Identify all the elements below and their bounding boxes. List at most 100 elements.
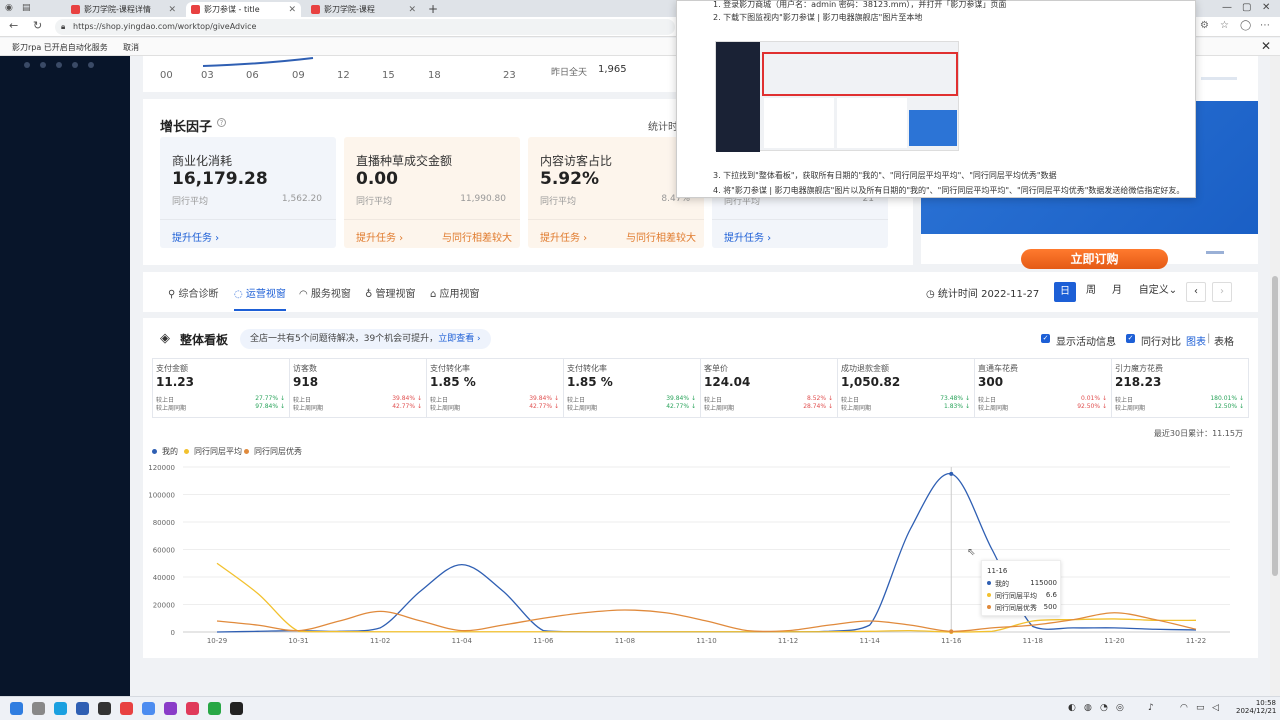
table-view-link[interactable]: 表格 — [1214, 333, 1234, 348]
scrollbar[interactable] — [1270, 56, 1280, 696]
profile-avatar-icon[interactable]: ◯ — [1240, 20, 1251, 31]
metric-label: 直通车花费 — [978, 364, 1018, 373]
tray-icon[interactable]: ◔ — [1100, 703, 1108, 713]
metric-row-label: 较上周同期 — [841, 405, 872, 412]
battery-icon[interactable]: ▭ — [1196, 703, 1205, 713]
growth-card[interactable]: 直播种草成交金额 0.00 同行平均 11,990.80 提升任务 › 与同行相… — [344, 137, 520, 248]
next-icon[interactable]: › — [1212, 282, 1232, 302]
prev-icon[interactable]: ‹ — [1186, 282, 1206, 302]
app-icon[interactable] — [164, 702, 177, 715]
app-icon[interactable] — [142, 702, 155, 715]
legend-item[interactable]: 同行同层优秀 — [244, 446, 302, 457]
steam-icon[interactable] — [98, 702, 111, 715]
growth-card[interactable]: 商业化消耗 16,179.28 同行平均 1,562.20 提升任务 › — [160, 137, 336, 248]
minimize-icon[interactable]: — — [1222, 2, 1232, 13]
help-icon[interactable]: ? — [217, 118, 226, 127]
peer-compare-checkbox[interactable]: ✓ — [1126, 334, 1135, 343]
tray-icon[interactable]: ◍ — [1084, 703, 1092, 713]
tray-icon[interactable]: ◎ — [1116, 703, 1124, 713]
metric-change: 42.77% ↓ — [529, 403, 559, 410]
chart-view-link[interactable]: 图表 — [1186, 333, 1206, 348]
new-tab-icon[interactable]: + — [428, 2, 438, 16]
y-tick-label: 0 — [171, 629, 175, 637]
refresh-icon[interactable]: ↻ — [33, 19, 42, 32]
period-custom-button[interactable]: 自定义⌄ — [1134, 282, 1182, 302]
improve-task-link[interactable]: 提升任务 › — [172, 229, 219, 244]
window-close-icon[interactable]: ✕ — [1262, 2, 1270, 13]
y-tick-label: 40000 — [153, 574, 175, 582]
start-icon[interactable] — [10, 702, 23, 715]
profile-icon[interactable]: ◉ — [5, 3, 13, 13]
close-icon[interactable]: ✕ — [168, 5, 176, 15]
wifi-icon[interactable]: ◠ — [1180, 703, 1188, 713]
app-icon[interactable] — [120, 702, 133, 715]
metric-card[interactable]: 成功退款金额 1,050.82 较上日 较上周同期 73.48% ↓ 1.83% ↓ — [838, 359, 975, 417]
metric-card[interactable]: 引力魔方花费 218.23 较上日 较上周同期 180.01% ↓ 12.50% ↓ — [1112, 359, 1248, 417]
improve-task-link[interactable]: 提升任务 › — [540, 229, 587, 244]
tab-title: 影刀学院-课程 — [324, 5, 375, 14]
metric-card[interactable]: 支付转化率 1.85 % 较上日 较上周同期 39.84% ↓ 42.77% ↓ — [564, 359, 701, 417]
hour-tick: 23 — [503, 70, 516, 81]
menu-icon[interactable]: ⋯ — [1260, 20, 1270, 31]
maximize-icon[interactable]: ▢ — [1242, 2, 1251, 13]
clock[interactable]: 10:58 2024/12/21 — [1236, 699, 1276, 715]
improve-task-link[interactable]: 提升任务 › — [724, 229, 771, 244]
edge-icon[interactable] — [54, 702, 67, 715]
url-input[interactable]: 🔒︎ https://shop.yingdao.com/worktop/give… — [55, 19, 675, 35]
app-icon[interactable] — [186, 702, 199, 715]
notification-text: 影刀rpa 已开启自动化服务 — [12, 43, 108, 52]
scrollbar-thumb[interactable] — [1272, 276, 1278, 576]
metric-label: 支付转化率 — [430, 364, 470, 373]
mic-icon[interactable]: ♪ — [1148, 703, 1154, 713]
x-tick-label: 11-04 — [452, 637, 473, 645]
order-now-button[interactable]: 立即订购 — [1021, 249, 1168, 269]
close-icon[interactable]: ✕ — [288, 5, 296, 15]
legend-item[interactable]: 我的 — [152, 446, 178, 457]
metric-card[interactable]: 访客数 918 较上日 较上周同期 39.84% ↓ 42.77% ↓ — [290, 359, 427, 417]
view-now-link[interactable]: 立即查看 › — [438, 334, 480, 344]
close-icon[interactable]: ✕ — [408, 5, 416, 15]
tab-service-view[interactable]: ◠ 服务视窗 — [299, 285, 351, 300]
x-tick-label: 11-12 — [778, 637, 798, 645]
tab-actions-icon[interactable]: ▤ — [22, 3, 31, 13]
peer-compare-label: 同行对比 — [1141, 337, 1181, 348]
app-icon[interactable] — [230, 702, 243, 715]
metric-card[interactable]: 直通车花费 300 较上日 较上周同期 0.01% ↓ 92.50% ↓ — [975, 359, 1112, 417]
search-icon[interactable] — [32, 702, 45, 715]
browser-tab[interactable]: 影刀学院-课程详情 ✕ — [66, 2, 181, 17]
browser-tab[interactable]: 影刀学院-课程 ✕ — [306, 2, 421, 17]
tooltip-dot — [987, 593, 991, 597]
tray-icon[interactable]: ◐ — [1068, 703, 1076, 713]
metric-card[interactable]: 支付转化率 1.85 % 较上日 较上周同期 39.84% ↓ 42.77% ↓ — [427, 359, 564, 417]
metric-card[interactable]: 客单价 124.04 较上日 较上周同期 8.52% ↓ 28.74% ↓ — [701, 359, 838, 417]
thumb-highlight — [762, 52, 958, 96]
favorites-icon[interactable]: ☆ — [1220, 20, 1229, 31]
headset-icon: ◠ — [299, 289, 311, 300]
wechat-icon[interactable] — [208, 702, 221, 715]
volume-icon[interactable]: ◁ — [1212, 703, 1219, 713]
browser-tab-active[interactable]: 影刀参谋 - title ✕ — [186, 2, 301, 17]
metric-change: 28.74% ↓ — [803, 403, 833, 410]
period-month-button[interactable]: 月 — [1106, 282, 1128, 302]
legend-item[interactable]: 同行同层平均 — [184, 446, 242, 457]
metric-card[interactable]: 支付金额 11.23 较上日 较上周同期 27.77% ↓ 97.84% ↓ — [153, 359, 290, 417]
tab-operations-view[interactable]: ◌ 运营视窗 — [234, 285, 286, 300]
improve-task-link[interactable]: 提升任务 › — [356, 229, 403, 244]
tab-title: 影刀参谋 - title — [204, 5, 260, 14]
store-icon[interactable] — [76, 702, 89, 715]
close-icon[interactable]: ✕ — [1261, 39, 1271, 53]
back-icon[interactable]: ← — [9, 19, 18, 32]
period-day-button[interactable]: 日 — [1054, 282, 1076, 302]
tab-comprehensive-diagnosis[interactable]: ⚲ 综合诊断 — [168, 285, 219, 300]
x-tick-label: 11-02 — [370, 637, 390, 645]
extensions-icon[interactable]: ⚙ — [1200, 20, 1209, 31]
metric-change: 12.50% ↓ — [1214, 403, 1244, 410]
show-activity-checkbox[interactable]: ✓ — [1041, 334, 1050, 343]
tab-application-view[interactable]: ⌂ 应用视窗 — [430, 285, 480, 300]
tab-management-view[interactable]: ♁ 管理视窗 — [365, 285, 416, 300]
period-week-button[interactable]: 周 — [1080, 282, 1102, 302]
growth-card-footer: 提升任务 › — [712, 219, 888, 248]
x-tick-label: 10-29 — [207, 637, 227, 645]
trend-chart[interactable]: 0 20000 40000 60000 80000 100000 120000 10-29 10… — [143, 458, 1258, 653]
cancel-button[interactable]: 取消 — [123, 42, 139, 53]
